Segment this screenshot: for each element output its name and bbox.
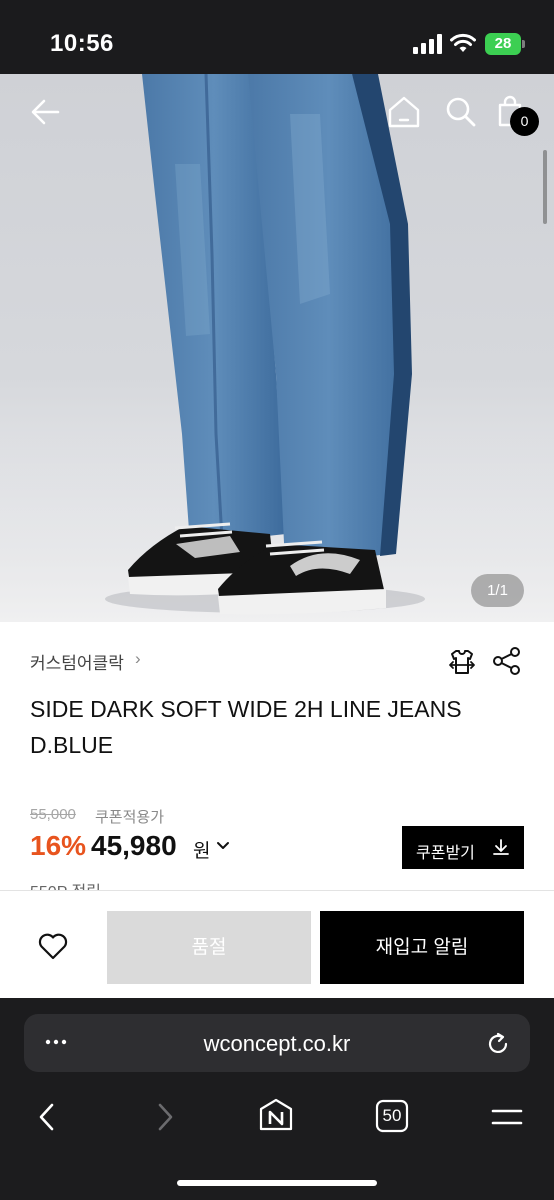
size-guide-icon[interactable] [446, 646, 478, 678]
coupon-download-button[interactable]: 쿠폰받기 [402, 826, 524, 869]
home-indicator [177, 1180, 377, 1186]
currency-label: 원 [193, 841, 211, 862]
chevron-down-icon[interactable] [215, 838, 231, 854]
purchase-action-bar: 품절 재입고 알림 [0, 890, 554, 998]
back-arrow-icon[interactable] [28, 94, 64, 130]
scroll-indicator [543, 150, 547, 224]
sale-price: 45,980 [91, 830, 177, 861]
cart-count-badge: 0 [510, 107, 539, 136]
product-photo [0, 74, 554, 622]
product-image[interactable]: 0 1/1 [0, 74, 554, 622]
original-price: 55,000 [30, 806, 76, 823]
address-bar[interactable]: wconcept.co.kr [24, 1014, 530, 1072]
product-title: SIDE DARK SOFT WIDE 2H LINE JEANS D.BLUE [30, 696, 462, 758]
coupon-button-label: 쿠폰받기 [416, 845, 475, 862]
menu-icon[interactable] [489, 1099, 525, 1135]
chevron-right-icon: › [135, 649, 141, 668]
discount-rate: 16% [30, 830, 87, 861]
tab-count: 50 [382, 1106, 402, 1125]
reload-icon[interactable] [485, 1031, 511, 1057]
share-icon[interactable] [492, 646, 522, 676]
reward-points: 550P 적립 [30, 878, 101, 890]
restock-alert-button[interactable]: 재입고 알림 [320, 911, 524, 984]
nav-forward-icon[interactable] [146, 1099, 182, 1135]
status-bar: 10:56 28 [0, 0, 554, 74]
battery-icon: 28 [485, 33, 525, 55]
sold-out-button: 품절 [107, 911, 311, 984]
naver-home-icon[interactable] [258, 1098, 294, 1134]
download-icon [493, 839, 509, 855]
signal-icon [413, 34, 442, 54]
product-info: 커스텀어클락 › SIDE DARK SOFT WIDE 2H LINE JEA… [0, 622, 554, 890]
heart-icon[interactable] [37, 931, 69, 961]
wifi-icon [450, 33, 476, 52]
url-text[interactable]: wconcept.co.kr [24, 1031, 530, 1057]
coupon-price-label: 쿠폰적용가 [95, 809, 165, 826]
brand-link[interactable]: 커스텀어클락 [30, 649, 124, 674]
image-counter: 1/1 [471, 574, 524, 607]
status-time: 10:56 [50, 30, 114, 57]
home-icon[interactable] [386, 94, 422, 130]
battery-level: 28 [485, 33, 521, 55]
browser-toolbar: wconcept.co.kr 50 [0, 998, 554, 1200]
nav-back-icon[interactable] [30, 1099, 66, 1135]
search-icon[interactable] [443, 94, 479, 130]
